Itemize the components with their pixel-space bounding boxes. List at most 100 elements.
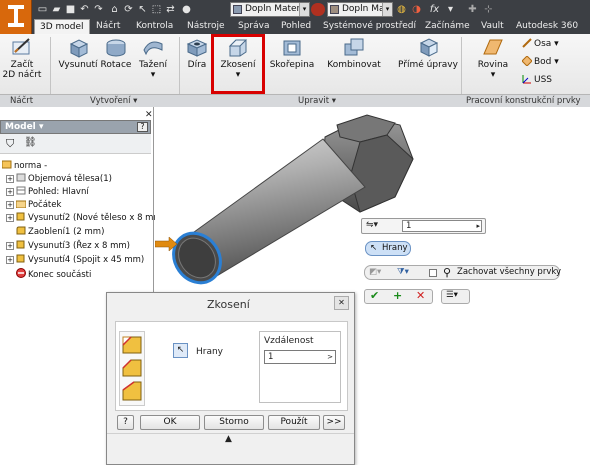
- mode-icon[interactable]: ◩▾: [369, 266, 381, 279]
- appearance-icon[interactable]: ◍: [395, 3, 408, 16]
- color-icon[interactable]: ●: [180, 3, 193, 16]
- combine-button[interactable]: Kombinovat: [326, 36, 382, 70]
- clear-appearance-icon[interactable]: ◑: [410, 3, 423, 16]
- update-icon[interactable]: ⟳: [122, 3, 135, 16]
- tree-item-label: Zaoblení1 (2 mm): [28, 227, 105, 237]
- measure-icon[interactable]: ⬚: [150, 3, 163, 16]
- filter-icon[interactable]: ⛉: [6, 137, 14, 151]
- distance-angle-chamfer-icon[interactable]: [122, 359, 142, 377]
- expand-icon[interactable]: +: [6, 188, 14, 196]
- material-combo[interactable]: Dopln Materiál ▾: [230, 2, 310, 17]
- tree-item-extrusion2[interactable]: + Vysunutí2 (Nové těleso x 8 mm): [6, 212, 165, 224]
- select-icon[interactable]: ↖: [136, 3, 149, 16]
- two-distances-chamfer-icon[interactable]: [122, 381, 142, 401]
- point-button[interactable]: Bod ▾: [521, 55, 559, 68]
- expand-arrow-icon[interactable]: ▲: [225, 434, 232, 444]
- setback-icon[interactable]: ⧩▾: [397, 266, 409, 279]
- model-panel-help-button[interactable]: ?: [137, 122, 148, 132]
- tree-item-view[interactable]: + Pohled: Hlavní: [6, 186, 89, 198]
- model-panel-header[interactable]: Model ▾ ?: [0, 120, 151, 134]
- tree-item-extrusion4[interactable]: + Vysunutí4 (Spojit x 45 mm): [6, 254, 144, 266]
- appearance-combo[interactable]: Dopln Mater ▾: [327, 2, 393, 17]
- apply-plus-icon[interactable]: +: [393, 289, 402, 302]
- function-icon[interactable]: fx: [428, 3, 441, 16]
- expand-icon[interactable]: +: [6, 175, 14, 183]
- mini-menu-button[interactable]: ☰▾: [441, 289, 470, 304]
- find-icon[interactable]: ⛓: [24, 137, 37, 148]
- shell-button[interactable]: Skořepina: [268, 36, 316, 70]
- plane-button[interactable]: Rovina ▾: [473, 36, 513, 80]
- tab-inspect[interactable]: Kontrola: [136, 19, 173, 34]
- save-icon[interactable]: ■: [64, 3, 77, 16]
- keep-all-checkbox[interactable]: [429, 269, 437, 277]
- panel-label-work-features: Pracovní konstrukční prvky: [466, 96, 581, 106]
- adjust-icon[interactable]: ⇄: [164, 3, 177, 16]
- mini-toolbar-distance-row: ⇋▾ 1 ▸: [361, 218, 486, 234]
- open-icon[interactable]: ▰: [50, 3, 63, 16]
- dialog-titlebar[interactable]: Zkosení ✕: [107, 293, 354, 317]
- tree-item-origin[interactable]: + Počátek: [6, 199, 61, 211]
- tab-sketch[interactable]: Náčrt: [96, 19, 120, 34]
- customize-icon[interactable]: ▾: [444, 3, 457, 16]
- apply-button[interactable]: Použít: [268, 415, 320, 430]
- undo-icon[interactable]: ↶: [78, 3, 91, 16]
- mini-distance-arrow-icon[interactable]: ▸: [476, 221, 480, 231]
- sweep-button[interactable]: Tažení ▾: [136, 36, 170, 80]
- cancel-x-icon[interactable]: ✕: [416, 289, 425, 302]
- application-menu-button[interactable]: [0, 0, 32, 34]
- material-appearance-icon[interactable]: [311, 3, 325, 16]
- crosshair-icon[interactable]: ⊹: [482, 3, 495, 16]
- distance-type-icon[interactable]: ⇋▾: [366, 220, 378, 230]
- plus-icon[interactable]: ✚: [466, 3, 479, 16]
- tree-item-solid-bodies[interactable]: + Objemová tělesa(1): [6, 173, 112, 185]
- tab-vault[interactable]: Vault: [481, 19, 504, 34]
- redo-icon[interactable]: ↷: [92, 3, 105, 16]
- dialog-expander[interactable]: ▲: [107, 433, 354, 447]
- tab-autodesk-360[interactable]: Autodesk 360: [516, 19, 578, 34]
- cancel-button[interactable]: Storno: [204, 415, 264, 430]
- extrude-button[interactable]: Vysunutí: [58, 36, 98, 70]
- tree-item-extrusion3[interactable]: + Vysunutí3 (Řez x 8 mm): [6, 240, 130, 252]
- distance-input[interactable]: 1 >: [264, 350, 336, 364]
- mini-edges-label: Hrany: [382, 243, 408, 253]
- edges-select-button[interactable]: ↖: [173, 343, 188, 358]
- mini-edges-button[interactable]: ↖ Hrany: [365, 241, 411, 256]
- new-icon[interactable]: ▭: [36, 3, 49, 16]
- extrude-icon: [67, 36, 89, 58]
- tab-tools[interactable]: Nástroje: [187, 19, 225, 34]
- tree-item-fillet1[interactable]: Zaoblení1 (2 mm): [16, 226, 104, 238]
- end-of-part-icon: [16, 268, 26, 278]
- mini-distance-input[interactable]: 1 ▸: [402, 220, 482, 232]
- ucs-button[interactable]: USS: [522, 74, 552, 86]
- revolve-button[interactable]: Rotace: [99, 36, 133, 70]
- dialog-close-button[interactable]: ✕: [334, 296, 349, 310]
- ok-check-icon[interactable]: ✔: [370, 289, 379, 302]
- tree-item-label: norma -: [14, 161, 48, 171]
- sketch-icon: [11, 36, 33, 58]
- tab-manage[interactable]: Správa: [238, 19, 269, 34]
- expand-icon[interactable]: +: [6, 256, 14, 264]
- panel-label-modify[interactable]: Upravit ▾: [298, 95, 336, 107]
- direct-edit-button[interactable]: Přímé úpravy: [398, 36, 458, 70]
- panel-label-create[interactable]: Vytvoření ▾: [90, 95, 137, 107]
- tree-item-end-of-part[interactable]: Konec součásti: [16, 268, 91, 281]
- dialog-help-button[interactable]: ?: [117, 415, 134, 430]
- distance-arrow-icon[interactable]: >: [327, 351, 333, 363]
- more-button[interactable]: >>: [323, 415, 345, 430]
- ok-button[interactable]: OK: [140, 415, 200, 430]
- axis-button[interactable]: Osa ▾: [522, 38, 559, 50]
- expand-icon[interactable]: +: [6, 214, 14, 222]
- expand-icon[interactable]: +: [6, 201, 14, 209]
- tab-get-started[interactable]: Začínáme: [425, 19, 470, 34]
- tab-view[interactable]: Pohled: [281, 19, 311, 34]
- start-2d-sketch-button[interactable]: Začít 2D náčrt: [2, 36, 42, 80]
- expand-icon[interactable]: +: [6, 242, 14, 250]
- model-panel-dropdown-icon[interactable]: ▾: [39, 122, 44, 132]
- home-icon[interactable]: ⌂: [108, 3, 121, 16]
- distance-chamfer-icon[interactable]: [122, 336, 142, 354]
- tab-environments[interactable]: Systémové prostředí: [323, 19, 416, 34]
- tree-item-root[interactable]: norma -: [1, 160, 48, 172]
- tab-3d-model[interactable]: 3D model: [34, 19, 90, 34]
- panel-close-icon[interactable]: ✕: [145, 110, 153, 120]
- hole-button[interactable]: Díra: [184, 36, 210, 70]
